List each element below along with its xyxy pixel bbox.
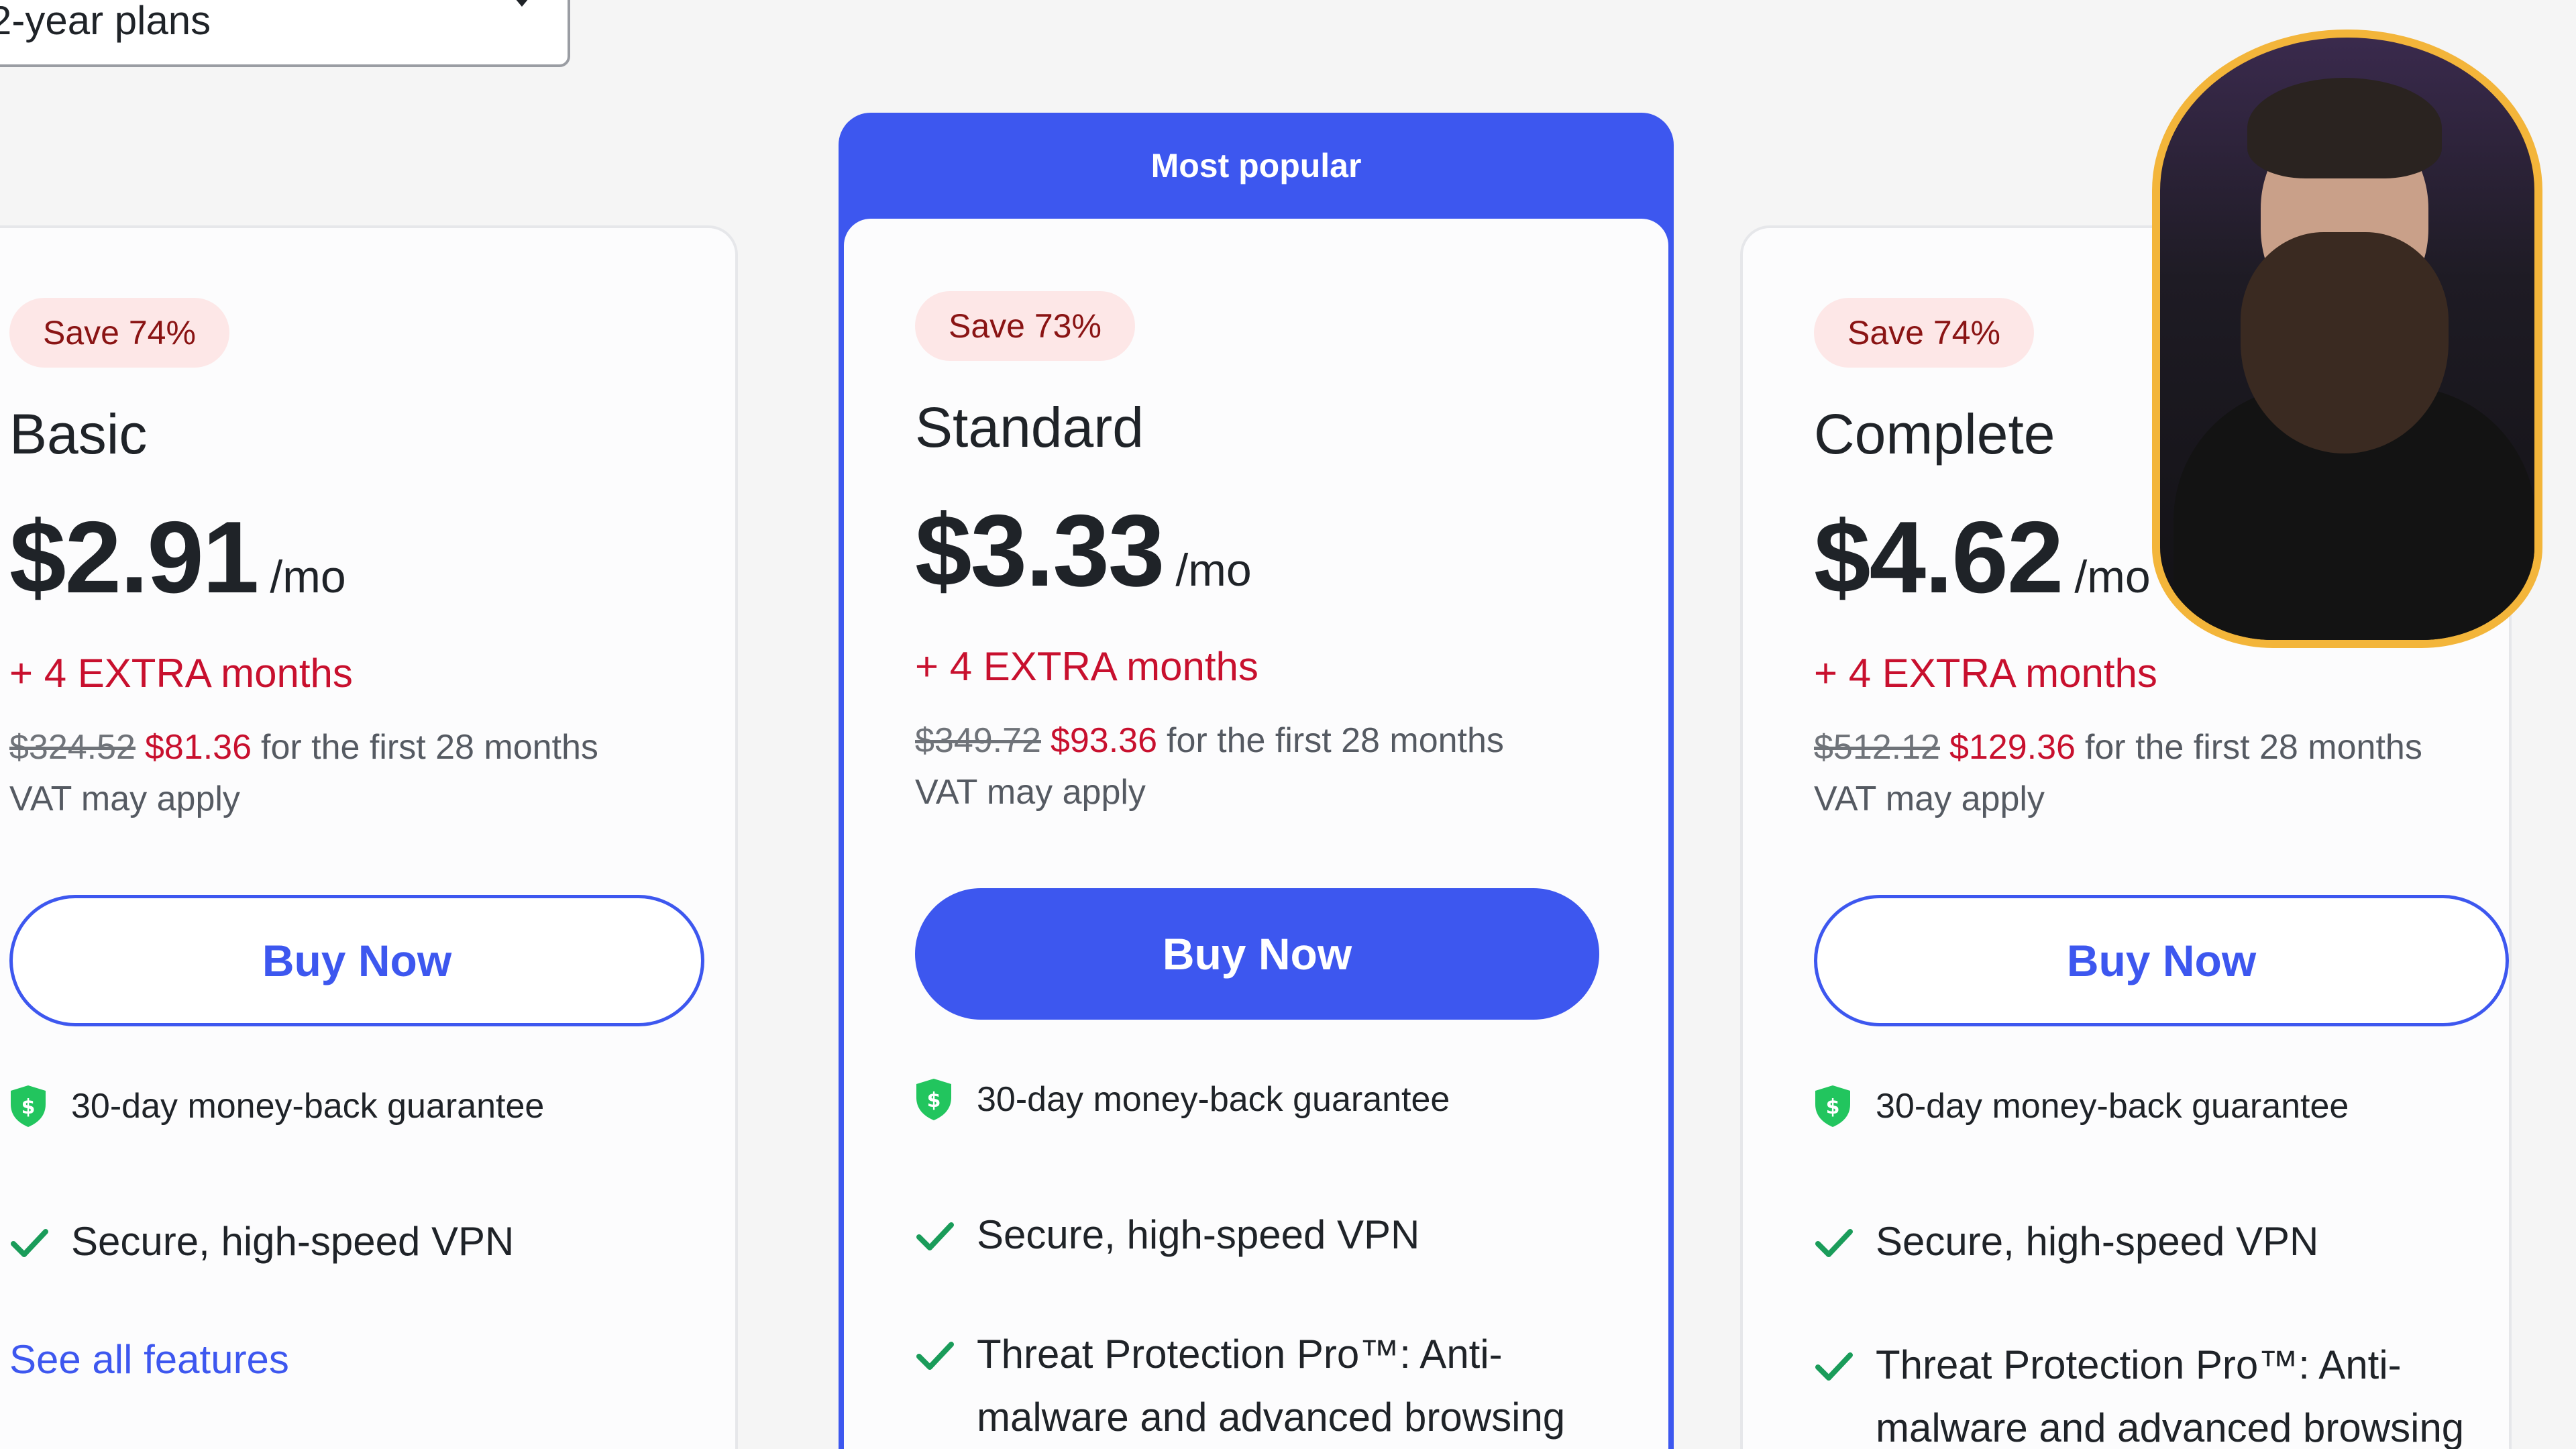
webcam-person-beard <box>2241 232 2449 453</box>
vat-note: VAT may apply <box>915 773 1146 812</box>
feature-text: Secure, high-speed VPN <box>1876 1219 2319 1264</box>
feature-item: Secure, high-speed VPN <box>915 1212 1594 1267</box>
plan-price: $3.33/mo <box>915 492 1252 610</box>
plan-card-standard-body: Save 73% Standard $3.33/mo + 4 EXTRA mon… <box>844 219 1668 1449</box>
guarantee-text: 30-day money-back guarantee <box>977 1080 1450 1119</box>
most-popular-ribbon: Most popular <box>1150 147 1362 184</box>
discounted-price: $81.36 <box>144 728 252 767</box>
extra-months-offer: + 4 EXTRA months <box>915 644 1258 689</box>
discounted-price: $129.36 <box>1949 728 2076 767</box>
check-icon <box>1815 1229 1853 1257</box>
svg-text:$: $ <box>1826 1095 1840 1119</box>
money-back-guarantee: $ 30-day money-back guarantee <box>915 1077 1450 1122</box>
vat-note: VAT may apply <box>1814 780 2045 818</box>
pricing-page: 2-year plans Save 74% Basic $2.91/mo + 4… <box>0 0 2576 1449</box>
billing-summary: $349.72 $93.36 for the first 28 months <box>915 720 1504 761</box>
save-badge: Save 74% <box>9 298 229 368</box>
billing-summary: $324.52 $81.36 for the first 28 months <box>9 727 598 767</box>
check-icon <box>916 1342 954 1370</box>
save-badge: Save 74% <box>1814 298 2034 368</box>
check-icon <box>11 1229 48 1257</box>
feature-item: Threat Protection Pro™: Anti-malware and… <box>915 1332 1594 1449</box>
check-icon <box>916 1222 954 1250</box>
buy-now-button[interactable]: Buy Now <box>9 895 704 1026</box>
plan-period-select-label: 2-year plans <box>0 0 211 43</box>
billing-term: for the first 28 months <box>261 728 598 767</box>
billing-term: for the first 28 months <box>1167 721 1504 760</box>
vat-note: VAT may apply <box>9 780 240 818</box>
guarantee-text: 30-day money-back guarantee <box>1876 1087 2349 1126</box>
see-all-features-link[interactable]: See all features <box>9 1336 289 1383</box>
webcam-person-hair <box>2247 78 2442 178</box>
original-price: $324.52 <box>9 728 136 767</box>
webcam-overlay <box>2152 30 2542 648</box>
feature-text: Secure, high-speed VPN <box>71 1219 515 1264</box>
price-period: /mo <box>2074 551 2151 602</box>
extra-months-offer: + 4 EXTRA months <box>1814 651 2157 696</box>
price-period: /mo <box>270 551 346 602</box>
discounted-price: $93.36 <box>1050 721 1158 760</box>
feature-item: Threat Protection Pro™: Anti-malware and… <box>1814 1342 2493 1449</box>
feature-text: Secure, high-speed VPN <box>977 1212 1420 1257</box>
feature-item: Secure, high-speed VPN <box>9 1219 688 1273</box>
billing-term: for the first 28 months <box>2084 728 2422 767</box>
svg-text:$: $ <box>927 1089 941 1112</box>
price-amount: $4.62 <box>1814 500 2063 614</box>
plan-name: Basic <box>9 402 148 466</box>
shield-dollar-icon: $ <box>1815 1085 1850 1127</box>
billing-summary: $512.12 $129.36 for the first 28 months <box>1814 727 2422 767</box>
save-badge: Save 73% <box>915 291 1135 361</box>
plan-period-select[interactable]: 2-year plans <box>0 0 570 67</box>
buy-now-button[interactable]: Buy Now <box>915 888 1599 1020</box>
plan-price: $2.91/mo <box>9 499 346 616</box>
plan-name: Standard <box>915 396 1144 459</box>
plan-card-standard: Most popular Save 73% Standard $3.33/mo … <box>839 113 1674 1449</box>
money-back-guarantee: $ 30-day money-back guarantee <box>9 1084 544 1128</box>
money-back-guarantee: $ 30-day money-back guarantee <box>1814 1084 2349 1128</box>
plan-price: $4.62/mo <box>1814 499 2151 616</box>
shield-dollar-icon: $ <box>11 1085 46 1127</box>
chevron-down-icon[interactable] <box>508 0 535 7</box>
price-amount: $3.33 <box>915 494 1165 608</box>
price-amount: $2.91 <box>9 500 259 614</box>
buy-now-button[interactable]: Buy Now <box>1814 895 2509 1026</box>
feature-text: Threat Protection Pro™: Anti-malware and… <box>1876 1342 2465 1449</box>
plan-card-basic: Save 74% Basic $2.91/mo + 4 EXTRA months… <box>0 225 738 1449</box>
extra-months-offer: + 4 EXTRA months <box>9 651 353 696</box>
price-period: /mo <box>1175 545 1252 596</box>
guarantee-text: 30-day money-back guarantee <box>71 1087 545 1126</box>
svg-text:$: $ <box>21 1095 36 1119</box>
feature-item: Secure, high-speed VPN <box>1814 1219 2493 1273</box>
original-price: $349.72 <box>915 721 1041 760</box>
check-icon <box>1815 1352 1853 1381</box>
original-price: $512.12 <box>1814 728 1940 767</box>
feature-text: Threat Protection Pro™: Anti-malware and… <box>977 1332 1566 1440</box>
shield-dollar-icon: $ <box>916 1079 951 1120</box>
plan-name: Complete <box>1814 402 2055 466</box>
